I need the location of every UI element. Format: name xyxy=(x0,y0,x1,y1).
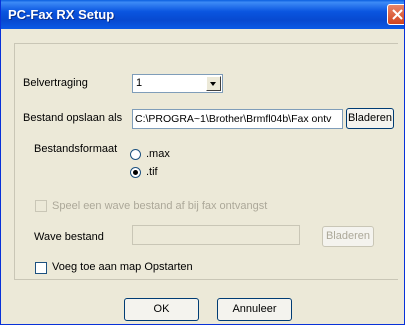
ring-delay-value: 1 xyxy=(136,77,143,89)
format-max-label: .max xyxy=(146,148,170,160)
ring-delay-label: Belvertraging xyxy=(23,77,88,89)
play-wave-checkbox[interactable] xyxy=(35,200,47,212)
format-tif-label: .tif xyxy=(146,166,158,178)
ring-delay-select[interactable]: 1 xyxy=(132,74,223,93)
file-format-label: Bestandsformaat xyxy=(34,143,118,155)
startup-checkbox[interactable] xyxy=(35,262,47,274)
wave-file-browse-button[interactable]: Bladeren xyxy=(322,226,374,247)
format-tif-radio[interactable] xyxy=(130,167,141,178)
chevron-down-icon[interactable] xyxy=(206,76,221,91)
wave-file-label: Wave bestand xyxy=(34,231,104,243)
title-bar[interactable]: PC-Fax RX Setup xyxy=(1,0,404,29)
startup-label: Voeg toe aan map Opstarten xyxy=(52,261,193,273)
ok-button[interactable]: OK xyxy=(124,298,199,321)
wave-file-input[interactable] xyxy=(132,225,300,245)
play-wave-label: Speel een wave bestand af bij fax ontvan… xyxy=(52,200,268,212)
format-max-radio[interactable] xyxy=(130,149,141,160)
close-button[interactable] xyxy=(387,4,404,25)
save-file-path-value: C:\PROGRA~1\Brother\Brmfl04b\Fax ontv xyxy=(135,113,332,125)
window-title: PC-Fax RX Setup xyxy=(8,7,115,22)
save-file-browse-button[interactable]: Bladeren xyxy=(346,108,394,129)
cancel-button[interactable]: Annuleer xyxy=(217,298,292,321)
close-icon xyxy=(392,9,403,20)
settings-group: Belvertraging 1 Bestand opslaan als C:\P… xyxy=(14,43,398,280)
save-file-label: Bestand opslaan als xyxy=(23,112,123,124)
pc-fax-rx-setup-dialog: PC-Fax RX Setup Belvertraging 1 Bestand … xyxy=(0,0,405,325)
save-file-path-input[interactable]: C:\PROGRA~1\Brother\Brmfl04b\Fax ontv xyxy=(132,109,343,129)
